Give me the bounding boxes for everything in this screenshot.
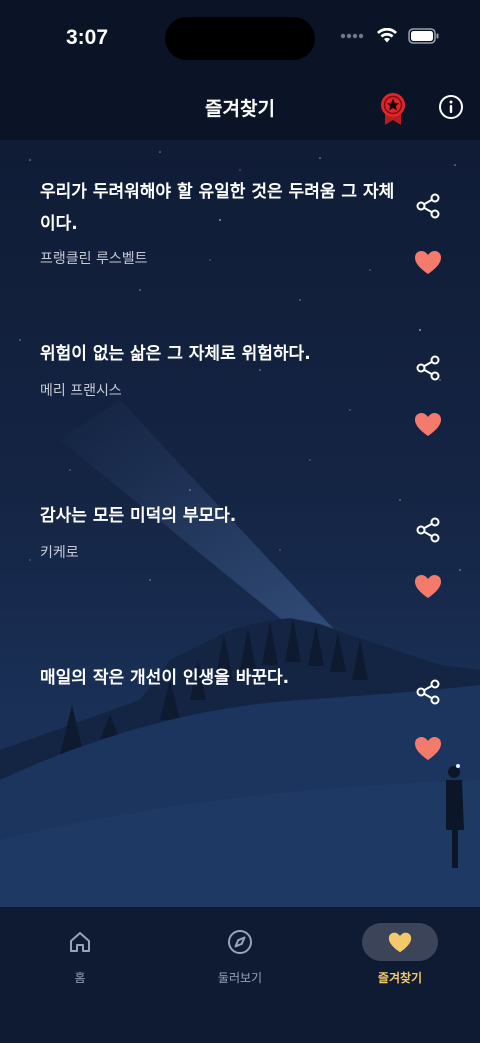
- home-icon: [42, 923, 118, 961]
- dynamic-island: [165, 17, 315, 60]
- app-header: 즐겨찾기: [0, 80, 480, 140]
- quote-text: 위험이 없는 삶은 그 자체로 위험하다.: [40, 344, 311, 364]
- tab-bar: 홈 둘러보기 즐겨찾기: [0, 907, 480, 1043]
- share-icon[interactable]: [413, 677, 443, 707]
- tab-label: 즐겨찾기: [377, 971, 423, 985]
- page-title: 즐겨찾기: [205, 98, 275, 120]
- status-icons: [340, 28, 440, 44]
- compass-icon: [202, 923, 278, 961]
- quote-author: 키케로: [40, 545, 79, 561]
- tab-explore[interactable]: 둘러보기: [180, 923, 300, 986]
- share-icon[interactable]: [413, 515, 443, 545]
- info-icon[interactable]: [438, 94, 464, 124]
- heart-icon[interactable]: [413, 410, 443, 440]
- tab-label: 홈: [74, 971, 86, 985]
- award-icon[interactable]: [379, 92, 407, 130]
- wifi-icon: [377, 28, 397, 43]
- tab-label: 둘러보기: [217, 971, 263, 985]
- quote-text: 매일의 작은 개선이 인생을 바꾼다.: [40, 668, 290, 688]
- share-icon[interactable]: [413, 353, 443, 383]
- quote-author: 메리 프랜시스: [40, 383, 122, 399]
- tab-home[interactable]: 홈: [20, 923, 140, 986]
- quote-author: 프랭클린 루스벨트: [40, 251, 148, 267]
- share-icon[interactable]: [413, 191, 443, 221]
- status-time: 3:07: [66, 26, 109, 49]
- heart-icon[interactable]: [413, 734, 443, 764]
- favorites-list[interactable]: 우리가 두려워해야 할 유일한 것은 두려움 그 자체이다. 프랭클린 루스벨트…: [0, 140, 480, 907]
- status-bar: 3:07: [0, 0, 480, 80]
- heart-icon: [362, 923, 438, 961]
- tab-favorites[interactable]: 즐겨찾기: [340, 923, 460, 986]
- battery-icon: [408, 28, 439, 44]
- heart-icon[interactable]: [413, 572, 443, 602]
- signal-icon: [340, 33, 364, 39]
- quote-text: 우리가 두려워해야 할 유일한 것은 두려움 그 자체이다.: [40, 182, 395, 234]
- quote-text: 감사는 모든 미덕의 부모다.: [40, 506, 237, 526]
- heart-icon[interactable]: [413, 248, 443, 278]
